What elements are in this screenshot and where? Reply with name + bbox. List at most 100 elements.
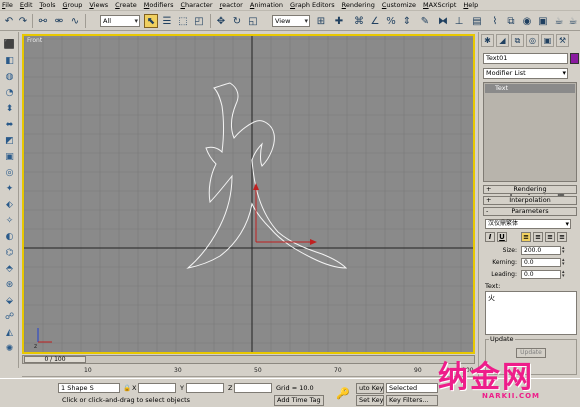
justify-button[interactable]: ≡ [557,232,567,242]
select-manipulate-icon[interactable]: ✚ [332,14,346,28]
key-filters-button[interactable]: Key Filters... [386,395,438,406]
tool-icon[interactable]: ▣ [3,152,16,162]
modifier-stack[interactable]: Text [483,82,577,182]
tool-icon[interactable]: ✧ [3,216,16,226]
tool-icon[interactable]: ◎ [3,168,16,178]
tool-icon[interactable]: ⬌ [3,120,16,130]
size-spinner-icon[interactable]: ▴ ▾ [562,246,567,255]
z-coord-field[interactable] [234,383,272,393]
mirror-icon[interactable]: ⧓ [436,14,450,28]
reference-coord-dropdown[interactable]: View [272,15,310,27]
redo-icon[interactable]: ↷ [16,14,30,28]
select-object-icon[interactable]: ⬉ [144,14,158,28]
menu-views[interactable]: Views [89,1,108,9]
align-center-button[interactable]: ≡ [533,232,543,242]
lock-selection-icon[interactable]: 🔒 [123,384,131,392]
object-name-field[interactable]: Text01 [483,53,568,64]
pivot-center-icon[interactable]: ⊞ [314,14,328,28]
modifier-list-dropdown[interactable]: Modifier List [483,68,568,79]
interpolation-rollout[interactable]: + Interpolation [483,196,577,205]
unlink-icon[interactable]: ⚮ [52,14,66,28]
menu-graph-editors[interactable]: Graph Editors [290,1,335,9]
modify-tab-icon[interactable]: ◢ [496,34,509,47]
create-tab-icon[interactable]: ✱ [481,34,494,47]
tool-icon[interactable]: ◩ [3,136,16,146]
object-color-swatch[interactable] [570,53,579,64]
curve-editor-icon[interactable]: ⌇ [488,14,502,28]
named-selection-icon[interactable]: ✎ [418,14,432,28]
viewport-label[interactable]: Front [27,37,42,44]
menu-maxscript[interactable]: MAXScript [423,1,456,9]
tool-icon[interactable]: ◭ [3,328,16,338]
menu-character[interactable]: Character [180,1,212,9]
motion-tab-icon[interactable]: ◎ [526,34,539,47]
hierarchy-tab-icon[interactable]: ⧉ [511,34,524,47]
schematic-view-icon[interactable]: ⧉ [504,14,518,28]
menu-help[interactable]: Help [463,1,478,9]
rendering-rollout[interactable]: + Rendering [483,185,577,194]
front-viewport[interactable]: z Front [22,34,475,354]
material-editor-icon[interactable]: ◉ [520,14,534,28]
menu-modifiers[interactable]: Modifiers [144,1,174,9]
time-slider-thumb[interactable]: 0 / 100 [24,356,86,363]
track-bar-ruler[interactable]: 10 30 50 70 90 100 [22,365,475,377]
undo-icon[interactable]: ↶ [2,14,16,28]
tool-icon[interactable]: ⌬ [3,248,16,258]
tool-icon[interactable]: ⬖ [3,200,16,210]
tool-icon[interactable]: ✺ [3,344,16,354]
text-input-area[interactable]: 火 [485,291,577,335]
display-tab-icon[interactable]: ▣ [541,34,554,47]
align-icon[interactable]: ⊥ [452,14,466,28]
window-crossing-icon[interactable]: ◰ [192,14,206,28]
leading-spinner-icon[interactable]: ▴ ▾ [562,270,567,279]
time-slider[interactable]: 0 / 100 [22,355,475,364]
menu-file[interactable]: File [2,1,13,9]
align-right-button[interactable]: ≡ [545,232,555,242]
spinner-snap-icon[interactable]: ⇕ [400,14,414,28]
menu-rendering[interactable]: Rendering [342,1,375,9]
add-time-tag-button[interactable]: Add Time Tag [274,395,324,406]
menu-reactor[interactable]: reactor [220,1,243,9]
select-by-name-icon[interactable]: ☰ [160,14,174,28]
modifier-stack-item[interactable]: Text [485,84,575,93]
tool-icon[interactable]: ◐ [3,232,16,242]
layer-manager-icon[interactable]: ▤ [470,14,484,28]
bind-space-warp-icon[interactable]: ∿ [68,14,82,28]
menu-group[interactable]: Group [63,1,83,9]
underline-button[interactable]: U [497,232,507,242]
menu-create[interactable]: Create [115,1,137,9]
tool-icon[interactable]: ◍ [3,72,16,82]
font-dropdown[interactable]: 汉仪鼎繁体 [485,219,571,229]
tool-icon[interactable]: ✦ [3,184,16,194]
menu-animation[interactable]: Animation [250,1,283,9]
set-key-button[interactable]: Set Key [356,395,384,406]
select-scale-icon[interactable]: ◱ [246,14,260,28]
angle-snap-icon[interactable]: ∠ [368,14,382,28]
tool-icon[interactable]: ◧ [3,56,16,66]
rectangular-selection-icon[interactable]: ⬚ [176,14,190,28]
select-rotate-icon[interactable]: ↻ [230,14,244,28]
x-coord-field[interactable] [138,383,176,393]
tool-icon[interactable]: ⬛ [3,40,16,50]
percent-snap-icon[interactable]: % [384,14,398,28]
italic-button[interactable]: I [485,232,495,242]
quick-render-icon[interactable]: ☕ [552,14,566,28]
menu-tools[interactable]: Tools [40,1,56,9]
y-coord-field[interactable] [186,383,224,393]
align-left-button[interactable]: ≡ [521,232,531,242]
selection-filter-dropdown[interactable]: All [100,15,140,27]
tool-icon[interactable]: ⊛ [3,280,16,290]
viewport-canvas[interactable]: z [24,36,473,352]
menu-edit[interactable]: Edit [20,1,33,9]
tool-icon[interactable]: ◔ [3,88,16,98]
utilities-tab-icon[interactable]: ⚒ [556,34,569,47]
menu-customize[interactable]: Customize [382,1,416,9]
auto-key-button[interactable]: uto Key [356,383,384,394]
key-mode-dropdown[interactable]: Selected [386,383,438,393]
select-link-icon[interactable]: ⚯ [36,14,50,28]
tool-icon[interactable]: ☍ [3,312,16,322]
kerning-spinner-icon[interactable]: ▴ ▾ [562,258,567,267]
render-last-icon[interactable]: ☕ [566,14,580,28]
render-scene-icon[interactable]: ▣ [536,14,550,28]
parameters-rollout[interactable]: - Parameters [483,207,577,216]
